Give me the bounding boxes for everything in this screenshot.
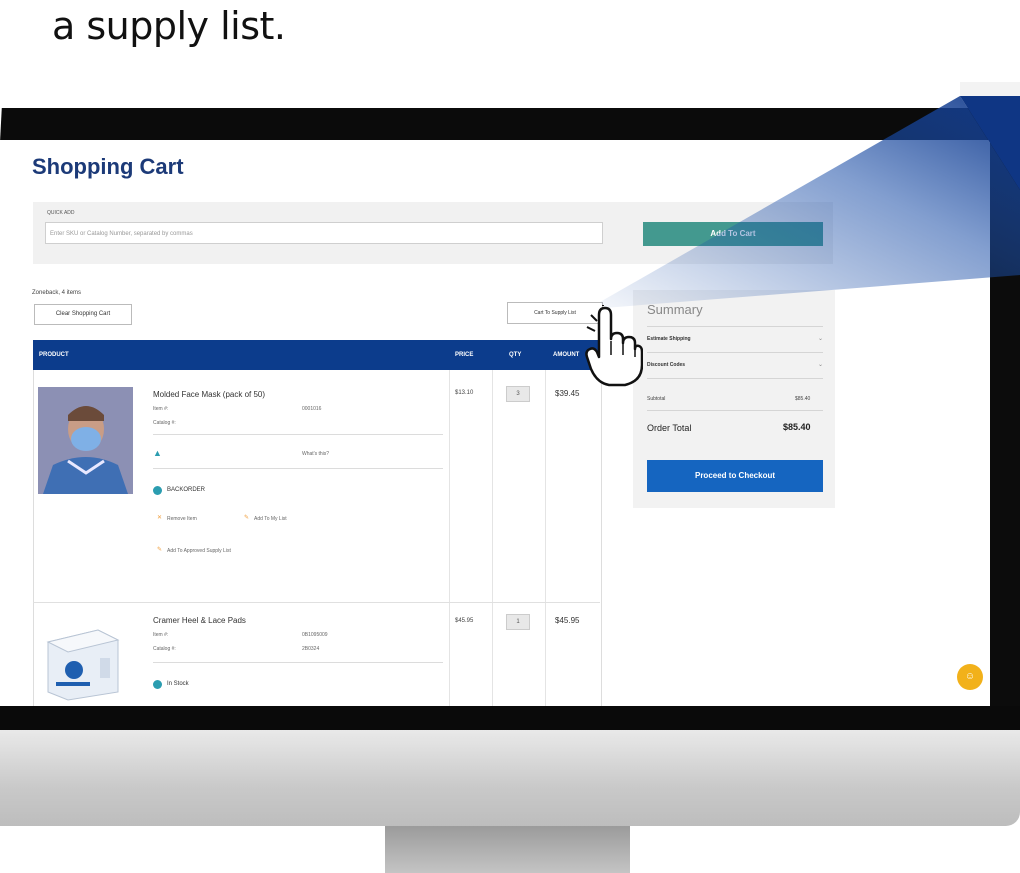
order-summary-panel: Summary Estimate Shipping ⌄ Discount Cod…: [633, 290, 835, 508]
divider: [153, 434, 443, 435]
remove-item-link[interactable]: Remove Item: [167, 516, 197, 522]
row-divider: [33, 602, 600, 603]
page-title: Shopping Cart: [32, 154, 184, 179]
line-amount: $45.95: [555, 616, 580, 625]
header-product: PRODUCT: [39, 352, 69, 358]
order-total-label: Order Total: [647, 423, 692, 433]
monitor-top-bezel: [0, 108, 1002, 142]
add-list-icon: ✎: [244, 515, 250, 521]
divider: [153, 468, 443, 469]
chevron-down-icon: ⌄: [817, 336, 823, 342]
product-name[interactable]: Molded Face Mask (pack of 50): [153, 390, 265, 399]
product-image-heel-pads[interactable]: [38, 612, 133, 702]
subtotal-label: Subtotal: [647, 396, 666, 402]
monitor-chin: [0, 730, 1020, 826]
header-price: PRICE: [455, 352, 474, 358]
stock-status: In Stock: [167, 681, 189, 687]
estimate-shipping-toggle[interactable]: Estimate Shipping ⌄: [647, 336, 823, 342]
whats-this-link[interactable]: What's this?: [302, 451, 329, 457]
status-dot-icon: [153, 486, 162, 495]
quick-add-panel: QUICK ADD Enter SKU or Catalog Number, s…: [33, 202, 833, 264]
cart-table-header: PRODUCT PRICE QTY AMOUNT: [33, 340, 600, 370]
monitor-screen: Shopping Cart QUICK ADD Enter SKU or Cat…: [0, 140, 990, 706]
stock-status: BACKORDER: [167, 487, 206, 493]
summary-title: Summary: [647, 302, 703, 317]
add-to-my-list-link[interactable]: Add To My List: [254, 516, 287, 522]
help-icon[interactable]: ☺: [957, 664, 983, 690]
product-image-face-mask[interactable]: [38, 387, 133, 494]
quantity-input[interactable]: 3: [506, 386, 530, 402]
quantity-input[interactable]: 1: [506, 614, 530, 630]
catalog-number-label: Catalog #:: [153, 646, 176, 652]
column-divider: [492, 370, 493, 706]
monitor-corner-highlight: [997, 118, 1020, 140]
divider: [647, 378, 823, 379]
catalog-number-label: Catalog #:: [153, 420, 176, 426]
hand-pointer-icon: [585, 305, 643, 387]
product-price: $13.10: [455, 390, 474, 396]
add-supply-list-icon: ✎: [157, 547, 163, 553]
status-dot-icon: [153, 680, 162, 689]
item-number-value: 0B1095009: [302, 632, 328, 638]
add-to-approved-supply-list-link[interactable]: Add To Approved Supply List: [167, 548, 231, 554]
column-divider: [545, 370, 546, 706]
monitor-stand: [385, 826, 630, 873]
item-number-label: Item #:: [153, 632, 169, 638]
discount-codes-toggle[interactable]: Discount Codes ⌄: [647, 362, 823, 368]
divider: [647, 410, 823, 411]
items-count: Zoneback, 4 items: [32, 290, 82, 296]
monitor-bottom-bezel: [0, 706, 1020, 730]
quick-add-input[interactable]: Enter SKU or Catalog Number, separated b…: [45, 222, 603, 244]
item-number-label: Item #:: [153, 406, 169, 412]
quick-add-label: QUICK ADD: [47, 210, 75, 216]
header-amount: AMOUNT: [553, 352, 580, 358]
warning-triangle-icon: ▲: [153, 448, 162, 458]
subtotal-value: $85.40: [795, 396, 811, 402]
divider: [647, 326, 823, 327]
product-name[interactable]: Cramer Heel & Lace Pads: [153, 616, 246, 625]
remove-icon: ✕: [157, 515, 163, 521]
discount-codes-label: Discount Codes: [647, 362, 686, 368]
caption: a supply list.: [52, 4, 286, 48]
divider: [153, 662, 443, 663]
column-divider: [449, 370, 450, 706]
divider: [647, 352, 823, 353]
catalog-number-value: 2B0324: [302, 646, 320, 652]
product-price: $45.95: [455, 618, 474, 624]
monitor-right-bezel: [988, 118, 1020, 718]
estimate-shipping-label: Estimate Shipping: [647, 336, 691, 342]
chevron-down-icon: ⌄: [817, 362, 823, 368]
item-number-value: 0001016: [302, 406, 322, 412]
clear-cart-button[interactable]: Clear Shopping Cart: [34, 304, 132, 325]
add-to-cart-button[interactable]: Add To Cart: [643, 222, 823, 246]
line-amount: $39.45: [555, 389, 580, 398]
proceed-to-checkout-button[interactable]: Proceed to Checkout: [647, 460, 823, 492]
order-total-value: $85.40: [783, 422, 811, 432]
header-qty: QTY: [509, 352, 522, 358]
